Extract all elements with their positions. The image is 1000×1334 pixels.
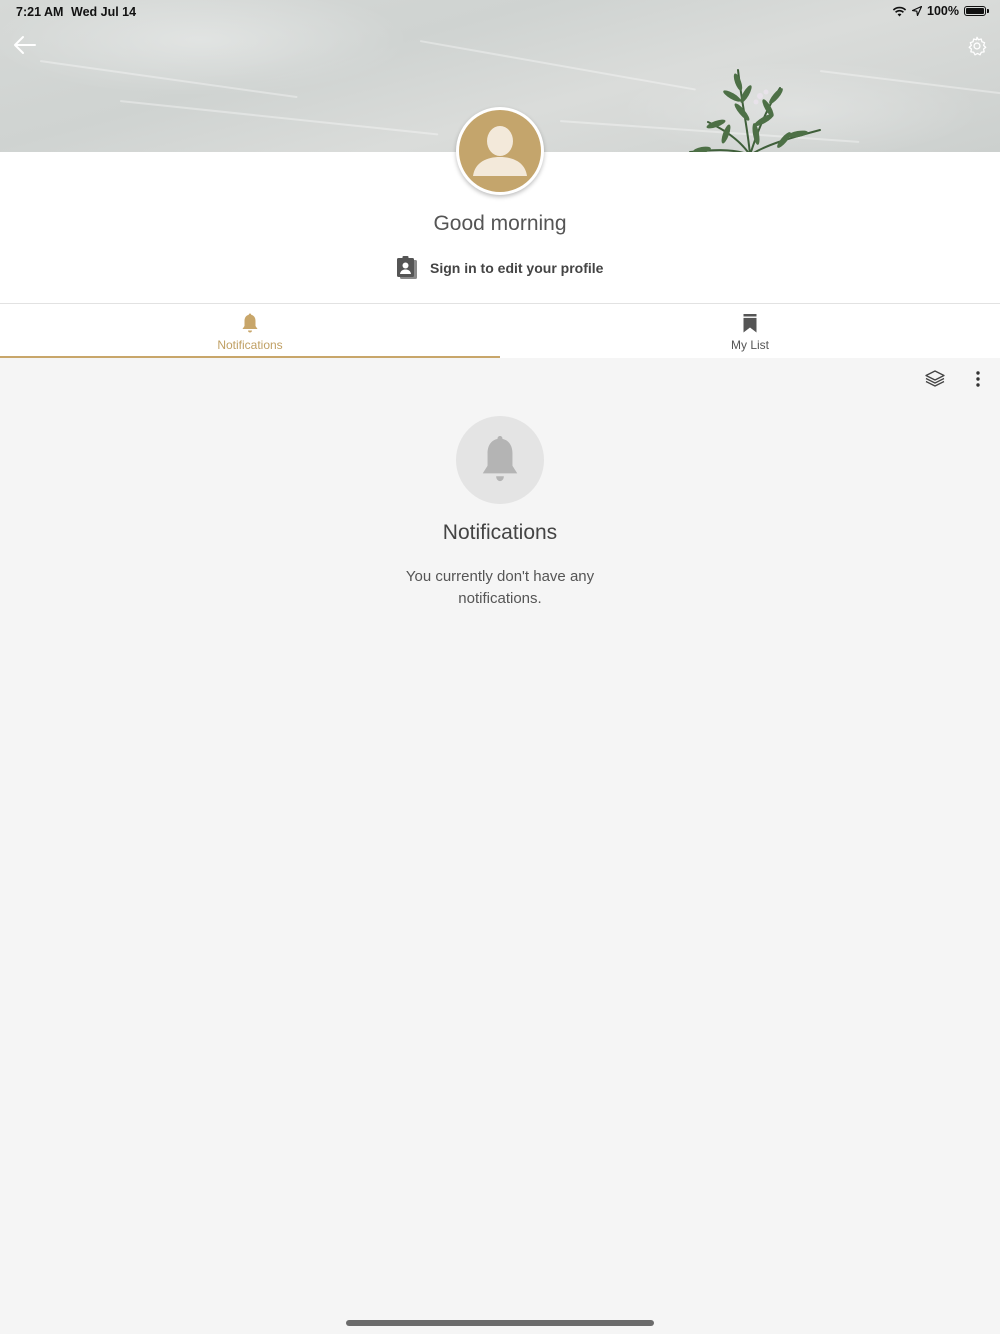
wifi-icon: [892, 6, 907, 16]
bell-icon: [242, 313, 258, 333]
back-button[interactable]: [12, 33, 38, 57]
tab-notifications[interactable]: Notifications: [0, 304, 500, 358]
arrow-left-icon: [14, 36, 36, 54]
layers-icon: [925, 370, 945, 387]
tab-my-list[interactable]: My List: [500, 304, 1000, 358]
battery-icon: [964, 6, 989, 16]
user-silhouette-icon: [473, 126, 527, 176]
empty-state-message: You currently don't have any notificatio…: [405, 568, 595, 607]
gear-icon: [968, 36, 987, 56]
location-arrow-icon: [912, 6, 923, 16]
more-options-button[interactable]: [968, 368, 988, 390]
tab-label: Notifications: [217, 338, 283, 352]
bookmark-icon: [743, 314, 757, 333]
more-vertical-icon: [976, 371, 980, 387]
empty-state-title: Notifications: [442, 521, 558, 544]
settings-button[interactable]: [966, 35, 988, 57]
sand-ripple: [819, 70, 1000, 97]
home-indicator[interactable]: [346, 1320, 654, 1326]
tab-bar: Notifications My List: [0, 304, 1000, 358]
status-date: Wed Jul 14: [71, 5, 137, 19]
tab-label: My List: [730, 338, 769, 352]
empty-state-icon-circle: [456, 416, 544, 504]
bell-icon: [482, 436, 518, 482]
plant-decoration: [689, 69, 821, 152]
sign-in-label: Sign in to edit your profile: [430, 260, 604, 276]
sign-in-link[interactable]: Sign in to edit your profile: [396, 255, 603, 281]
battery-percent: 100%: [927, 4, 959, 18]
greeting-text: Good morning: [433, 212, 567, 235]
status-bar: 7:21 AM Wed Jul 14 100%: [0, 0, 1000, 24]
status-indicators: 100%: [892, 4, 989, 18]
sand-ripple: [39, 60, 298, 99]
profile-badge-icon: [397, 256, 417, 279]
sand-ripple: [119, 100, 439, 136]
sand-ripple: [419, 40, 696, 91]
avatar: [456, 107, 544, 195]
active-tab-indicator: [0, 356, 500, 358]
status-time: 7:21 AM: [16, 5, 64, 19]
layers-button[interactable]: [924, 368, 946, 390]
